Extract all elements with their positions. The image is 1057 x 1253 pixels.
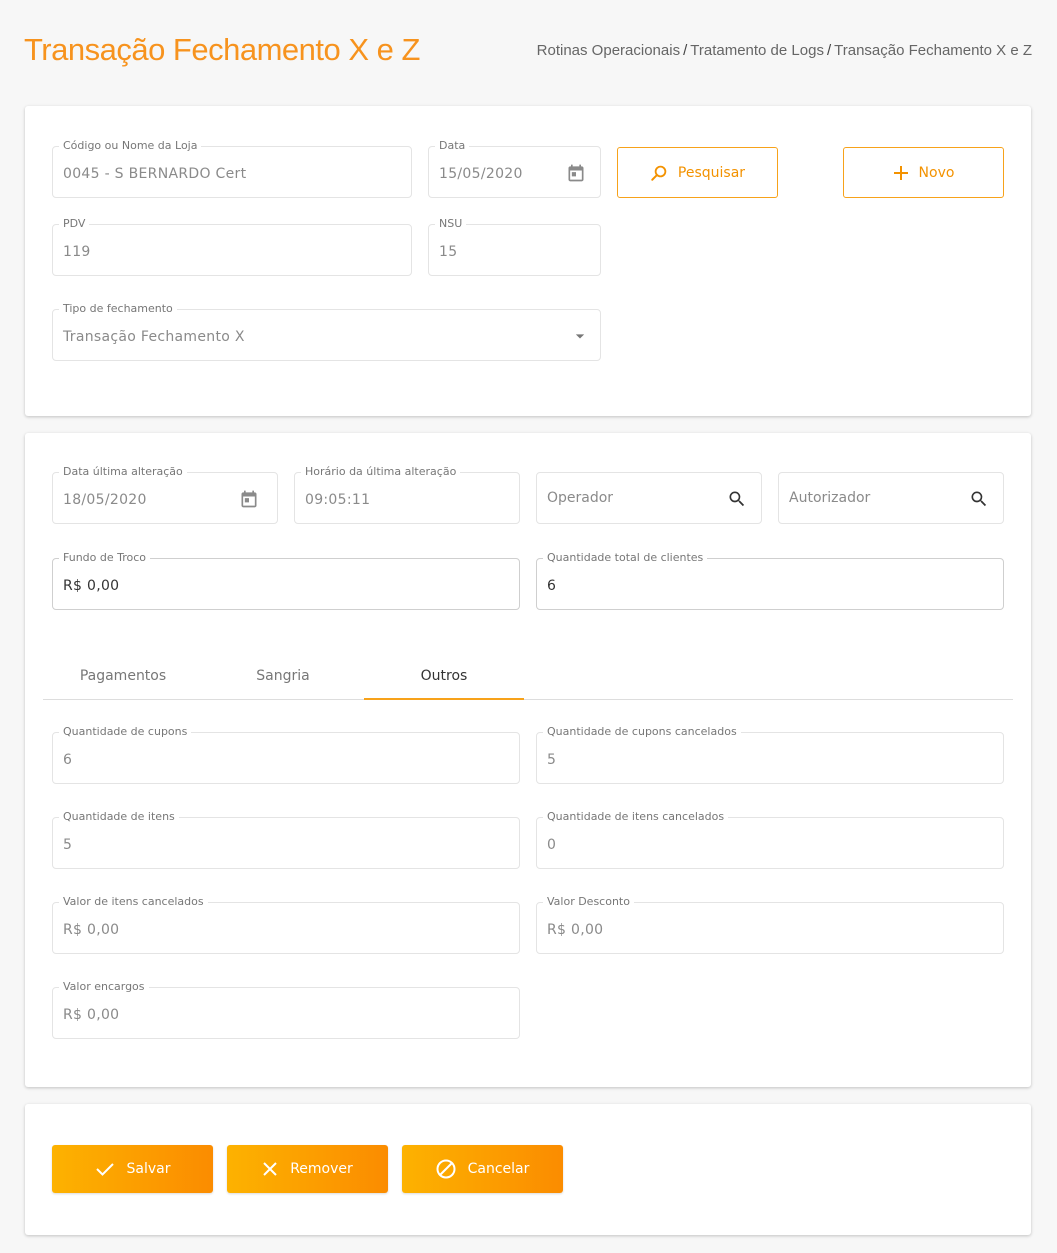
- actions-card: Salvar Remover Cancelar: [25, 1104, 1031, 1235]
- date-field-label: Data: [435, 139, 470, 153]
- cancelled-coupon-count-value: 5: [547, 752, 557, 768]
- pdv-field-label: PDV: [59, 217, 90, 231]
- change-fund-label: Fundo de Troco: [59, 551, 151, 565]
- closing-type-label: Tipo de fechamento: [59, 302, 177, 316]
- charges-value-value: R$ 0,00: [63, 1007, 120, 1023]
- tab-outros[interactable]: Outros: [364, 658, 524, 700]
- search-icon[interactable]: [727, 489, 747, 509]
- total-clients-value: 6: [547, 578, 557, 594]
- date-field-value: 15/05/2020: [439, 166, 523, 182]
- close-icon: [263, 1162, 277, 1176]
- item-count-label: Quantidade de itens: [59, 810, 179, 824]
- authorizer-field[interactable]: Autorizador: [778, 472, 1004, 524]
- cancelled-item-count-field[interactable]: Quantidade de itens cancelados 0: [536, 810, 1004, 869]
- cancelled-coupon-count-field[interactable]: Quantidade de cupons cancelados 5: [536, 725, 1004, 784]
- last-change-time-field[interactable]: Horário da última alteração 09:05:11: [294, 465, 520, 524]
- last-change-date-field[interactable]: Data última alteração 18/05/2020: [52, 465, 278, 524]
- remove-button-label: Remover: [290, 1161, 353, 1177]
- cancelled-items-value-value: R$ 0,00: [63, 922, 120, 938]
- charges-value-field[interactable]: Valor encargos R$ 0,00: [52, 980, 520, 1039]
- change-fund-field[interactable]: Fundo de Troco R$ 0,00: [52, 551, 520, 610]
- tab-bar: Pagamentos Sangria Outros: [43, 658, 1013, 700]
- closing-type-select[interactable]: Tipo de fechamento Transação Fechamento …: [52, 302, 601, 361]
- operator-placeholder: Operador: [547, 490, 614, 506]
- cancelled-items-value-field[interactable]: Valor de itens cancelados R$ 0,00: [52, 895, 520, 954]
- last-change-date-label: Data última alteração: [59, 465, 187, 479]
- date-field[interactable]: Data 15/05/2020: [428, 139, 601, 198]
- save-button-label: Salvar: [126, 1161, 171, 1177]
- item-count-field[interactable]: Quantidade de itens 5: [52, 810, 520, 869]
- nsu-field-label: NSU: [435, 217, 467, 231]
- item-count-value: 5: [63, 837, 73, 853]
- nsu-field-value: 15: [439, 244, 458, 260]
- pdv-field[interactable]: PDV 119: [52, 217, 412, 276]
- check-icon: [95, 1163, 114, 1176]
- calendar-icon[interactable]: [239, 489, 259, 509]
- cancel-button[interactable]: Cancelar: [402, 1145, 563, 1193]
- total-clients-field[interactable]: Quantidade total de clientes 6: [536, 551, 1004, 610]
- plus-icon: [893, 165, 908, 180]
- tab-sangria[interactable]: Sangria: [203, 658, 363, 700]
- breadcrumb-separator: /: [826, 42, 832, 59]
- filter-card: Código ou Nome da Loja 0045 - S BERNARDO…: [25, 106, 1031, 416]
- nsu-field[interactable]: NSU 15: [428, 217, 601, 276]
- discount-value-value: R$ 0,00: [547, 922, 604, 938]
- cancel-button-label: Cancelar: [467, 1161, 530, 1177]
- discount-value-field[interactable]: Valor Desconto R$ 0,00: [536, 895, 1004, 954]
- total-clients-label: Quantidade total de clientes: [543, 551, 708, 565]
- charges-value-label: Valor encargos: [59, 980, 149, 994]
- breadcrumb: Rotinas Operacionais / Tratamento de Logs /…: [537, 42, 1032, 59]
- search-icon: [651, 165, 667, 181]
- last-change-date-value: 18/05/2020: [63, 492, 147, 508]
- dropdown-arrow-icon[interactable]: [570, 326, 590, 346]
- breadcrumb-item-current: Transação Fechamento X e Z: [834, 42, 1032, 59]
- store-field-value: 0045 - S BERNARDO Cert: [63, 166, 247, 182]
- coupon-count-label: Quantidade de cupons: [59, 725, 192, 739]
- cancelled-coupon-count-label: Quantidade de cupons cancelados: [543, 725, 741, 739]
- search-icon[interactable]: [969, 489, 989, 509]
- store-field-label: Código ou Nome da Loja: [59, 139, 202, 153]
- breadcrumb-separator: /: [683, 42, 688, 59]
- block-icon: [436, 1159, 456, 1179]
- new-button[interactable]: Novo: [843, 147, 1004, 198]
- store-field[interactable]: Código ou Nome da Loja 0045 - S BERNARDO…: [52, 139, 412, 198]
- coupon-count-field[interactable]: Quantidade de cupons 6: [52, 725, 520, 784]
- calendar-icon[interactable]: [566, 163, 586, 183]
- remove-button[interactable]: Remover: [227, 1145, 388, 1193]
- cancelled-items-value-label: Valor de itens cancelados: [59, 895, 208, 909]
- breadcrumb-item[interactable]: Tratamento de Logs: [690, 42, 824, 59]
- search-button-label: Pesquisar: [677, 164, 746, 181]
- details-card: Data última alteração 18/05/2020 Horário…: [25, 433, 1031, 1087]
- change-fund-value: R$ 0,00: [63, 578, 120, 594]
- last-change-time-label: Horário da última alteração: [301, 465, 461, 479]
- operator-field[interactable]: Operador: [536, 472, 762, 524]
- new-button-label: Novo: [918, 164, 955, 181]
- cancelled-item-count-value: 0: [547, 837, 557, 853]
- coupon-count-value: 6: [63, 752, 73, 768]
- search-button[interactable]: Pesquisar: [617, 147, 778, 198]
- last-change-time-value: 09:05:11: [305, 492, 371, 508]
- pdv-field-value: 119: [63, 244, 91, 260]
- closing-type-value: Transação Fechamento X: [63, 329, 245, 345]
- save-button[interactable]: Salvar: [52, 1145, 213, 1193]
- cancelled-item-count-label: Quantidade de itens cancelados: [543, 810, 729, 824]
- breadcrumb-item[interactable]: Rotinas Operacionais: [537, 42, 680, 59]
- tab-pagamentos[interactable]: Pagamentos: [43, 658, 203, 700]
- authorizer-placeholder: Autorizador: [789, 490, 871, 506]
- discount-value-label: Valor Desconto: [543, 895, 634, 909]
- page-title: Transação Fechamento X e Z: [24, 32, 420, 67]
